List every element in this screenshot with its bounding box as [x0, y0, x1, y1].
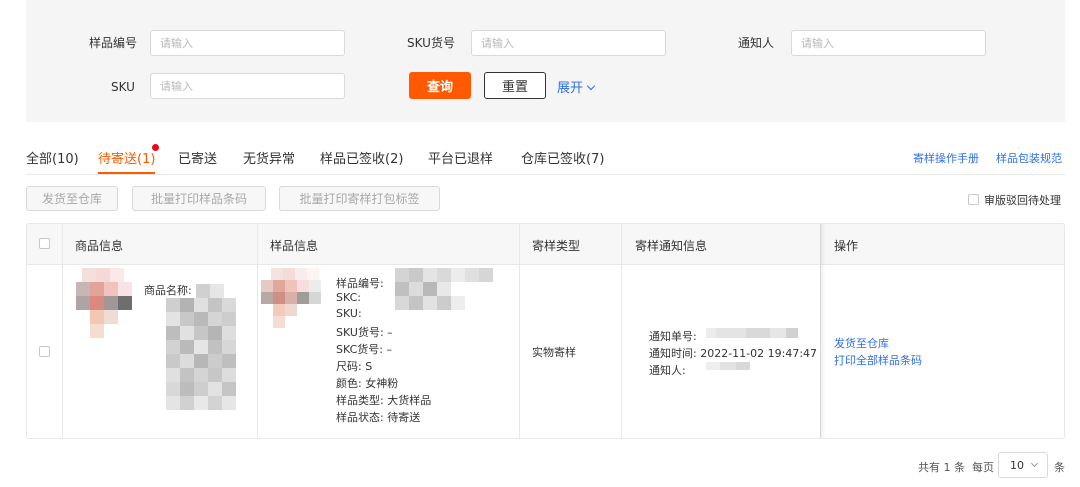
batch-print-barcode-button[interactable]: 批量打印样品条码 — [132, 186, 266, 211]
packaging-spec-link[interactable]: 样品包装规范 — [996, 150, 1062, 166]
col-product-info: 商品信息 — [75, 239, 124, 253]
sample-no-input[interactable] — [150, 30, 345, 56]
sample-table: 商品信息 样品信息 寄样类型 寄样通知信息 操作 商品名称: 样品编号: SKC… — [26, 223, 1065, 439]
size: 尺码: S — [336, 360, 373, 373]
tab-warehouse-signed[interactable]: 仓库已签收(7) — [521, 148, 604, 167]
pending-review-label: 审版驳回待处理 — [984, 194, 1061, 207]
shipping-manual-link[interactable]: 寄样操作手册 — [913, 150, 979, 166]
col-notice-info: 寄样通知信息 — [635, 239, 708, 253]
sku: SKU: — [336, 307, 362, 320]
query-button[interactable]: 查询 — [409, 72, 471, 99]
ship-type: 实物寄样 — [532, 346, 576, 359]
notifier-label: 通知人 — [738, 36, 775, 50]
row-checkbox[interactable] — [39, 346, 50, 357]
ship-to-warehouse-button[interactable]: 发货至仓库 — [26, 186, 118, 211]
product-name-redacted — [166, 284, 236, 410]
product-thumbnail — [76, 268, 132, 338]
chevron-down-icon — [1030, 459, 1039, 468]
sample-codes-redacted — [395, 268, 493, 310]
page-size-select[interactable]: 10 — [998, 452, 1048, 478]
table-header: 商品信息 样品信息 寄样类型 寄样通知信息 操作 — [27, 224, 1064, 265]
per-page-unit: 条 — [1054, 461, 1065, 474]
chevron-down-icon — [586, 81, 596, 91]
col-divider — [257, 224, 258, 438]
expand-label: 展开 — [557, 81, 584, 96]
sample-status: 样品状态: 待寄送 — [336, 411, 421, 424]
select-all-checkbox[interactable] — [39, 238, 50, 249]
page-size-value: 10 — [1010, 459, 1024, 472]
notice-no: 通知单号: — [649, 330, 697, 343]
tab-shipped[interactable]: 已寄送 — [178, 148, 217, 167]
per-page-label: 每页 — [972, 461, 994, 474]
col-sample-info: 样品信息 — [270, 239, 319, 253]
tab-platform-returned[interactable]: 平台已退样 — [428, 148, 493, 167]
color: 颜色: 女神粉 — [336, 377, 399, 390]
skc-no: SKC货号: – — [336, 343, 392, 356]
row-ship-to-warehouse-link[interactable]: 发货至仓库 — [834, 335, 889, 351]
pending-review-checkbox[interactable] — [968, 194, 979, 205]
total-count: 共有 1 条 — [918, 461, 965, 474]
tab-out-of-stock[interactable]: 无货异常 — [243, 148, 295, 167]
tab-sample-signed[interactable]: 样品已签收(2) — [320, 148, 403, 167]
sku-no-label: SKU货号 — [407, 36, 455, 50]
sample-no-label: 样品编号 — [89, 36, 138, 50]
sku-label: SKU — [111, 80, 135, 94]
sample-thumbnail — [261, 268, 321, 328]
filter-panel: 样品编号 SKU货号 通知人 SKU 查询 重置 展开 — [26, 0, 1065, 122]
col-ship-type: 寄样类型 — [532, 239, 581, 253]
sku-no-input[interactable] — [471, 30, 666, 56]
row-print-barcodes-link[interactable]: 打印全部样品条码 — [834, 352, 922, 368]
reset-button[interactable]: 重置 — [484, 72, 546, 99]
col-divider — [621, 224, 622, 438]
col-operations: 操作 — [834, 239, 859, 253]
fixed-column-shadow — [820, 224, 826, 438]
skc: SKC: — [336, 291, 361, 304]
notice-values-redacted — [706, 328, 798, 370]
notifier-input[interactable] — [791, 30, 986, 56]
sample-type: 样品类型: 大货样品 — [336, 394, 432, 407]
batch-print-label-button[interactable]: 批量打印寄样打包标签 — [279, 186, 440, 211]
notification-dot — [152, 144, 159, 151]
tab-all[interactable]: 全部(10) — [26, 148, 79, 167]
sku-input[interactable] — [150, 73, 345, 99]
col-divider — [62, 224, 63, 438]
tab-divider — [26, 174, 1065, 175]
tab-pending-ship[interactable]: 待寄送(1) — [98, 148, 155, 167]
col-divider — [519, 224, 520, 438]
notifier: 通知人: — [649, 364, 686, 377]
expand-toggle[interactable]: 展开 — [557, 77, 596, 96]
